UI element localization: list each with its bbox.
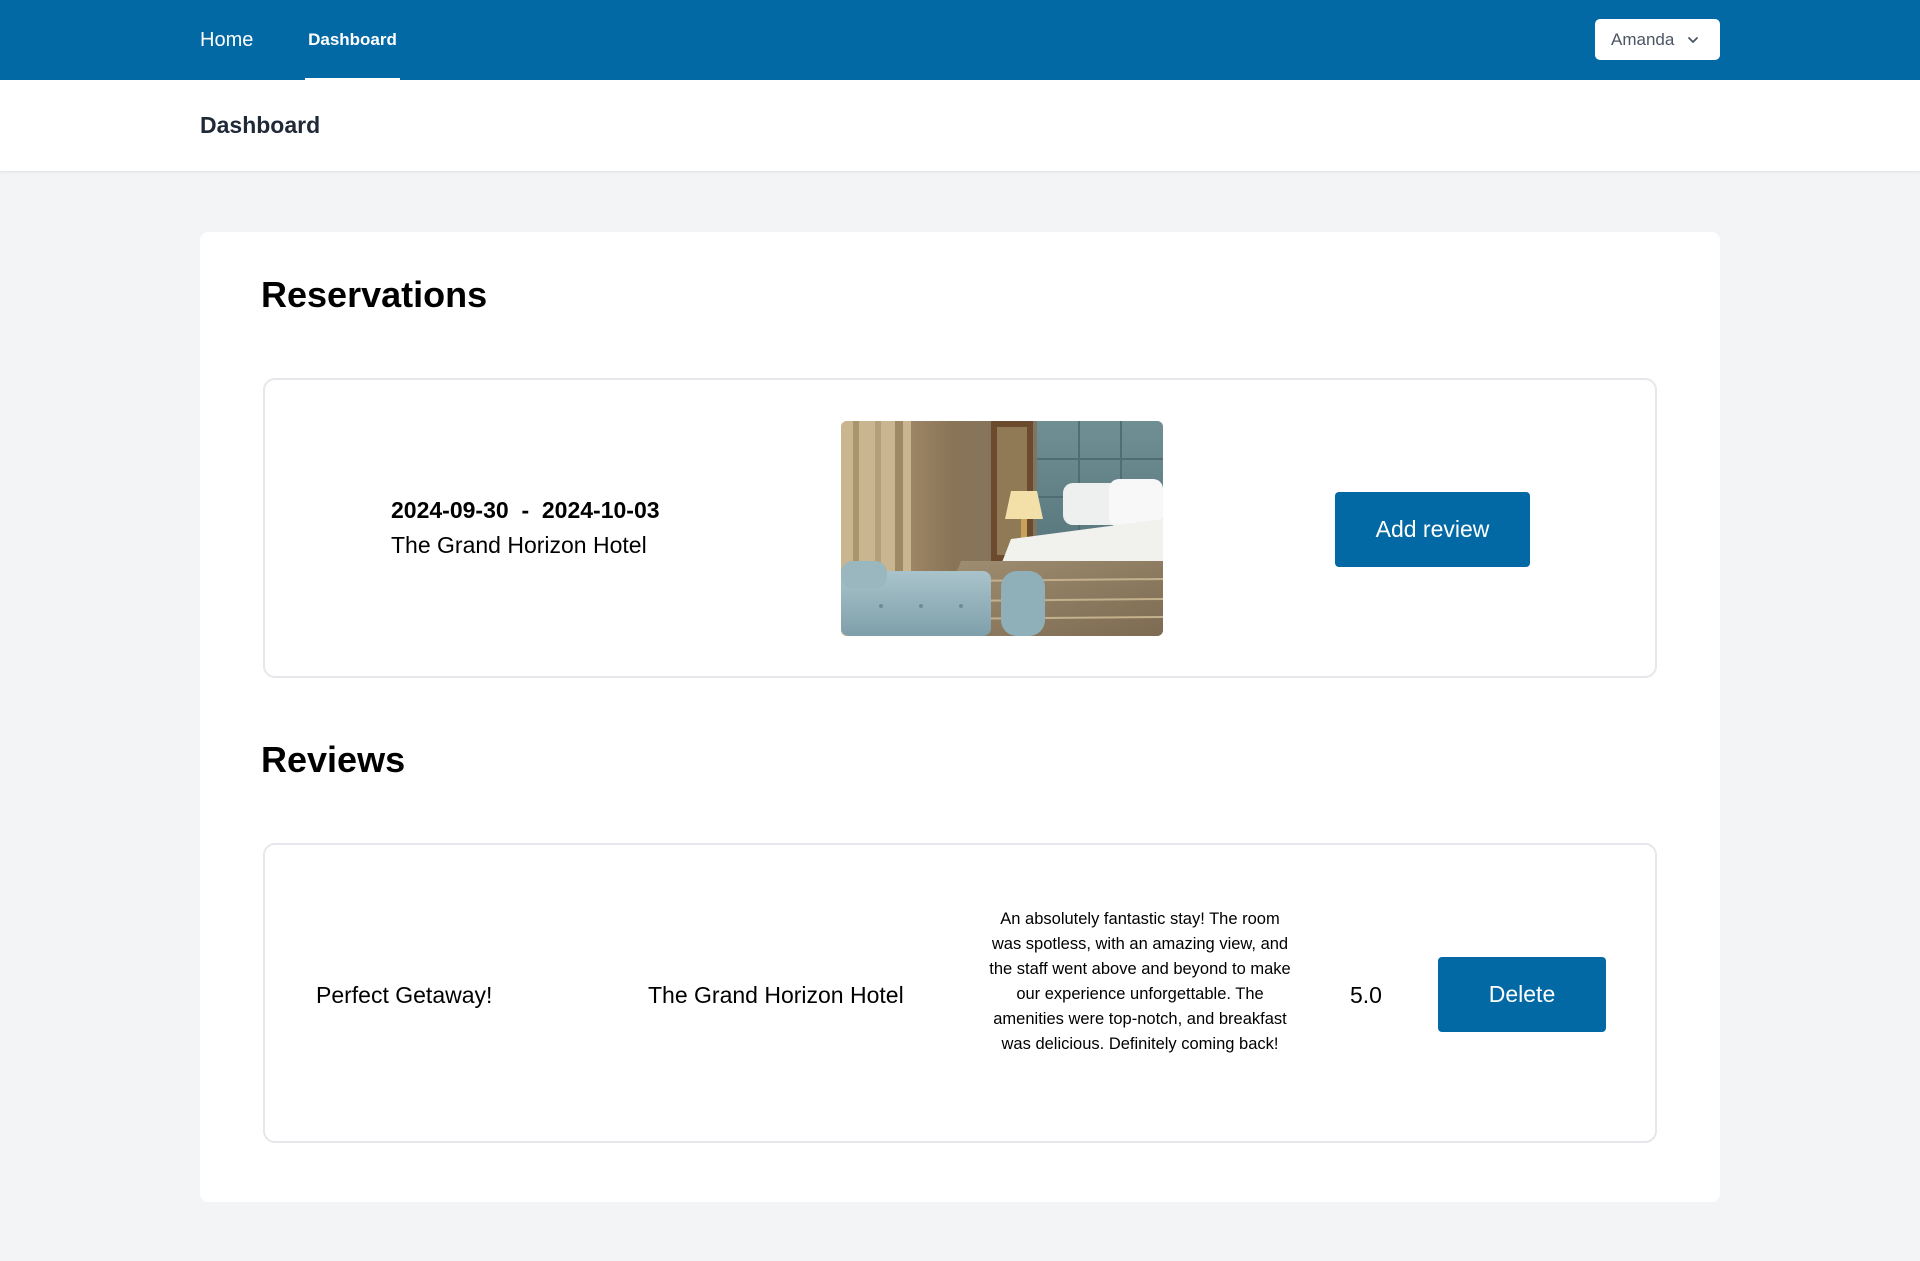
nav-link-home[interactable]: Home bbox=[200, 0, 253, 80]
reviews-heading: Reviews bbox=[261, 739, 406, 780]
chevron-down-icon bbox=[1686, 32, 1700, 52]
reservation-hotel-name: The Grand Horizon Hotel bbox=[391, 532, 647, 558]
reservation-start-date: 2024-09-30 bbox=[391, 497, 509, 523]
reservation-dates: 2024-09-30 - 2024-10-03 bbox=[391, 497, 660, 524]
page-title: Dashboard bbox=[200, 112, 321, 138]
review-rating: 5.0 bbox=[1350, 982, 1382, 1008]
reservation-card: 2024-09-30 - 2024-10-03 The Grand Horizo… bbox=[263, 378, 1657, 678]
date-separator: - bbox=[521, 497, 530, 523]
review-hotel-name: The Grand Horizon Hotel bbox=[648, 982, 904, 1008]
nav-link-dashboard[interactable]: Dashboard bbox=[305, 0, 400, 80]
top-navbar: Home Dashboard Amanda bbox=[0, 0, 1920, 80]
hotel-room-image bbox=[841, 421, 1163, 636]
main-panel: Reservations 2024-09-30 - 2024-10-03 The… bbox=[200, 232, 1720, 1202]
add-review-button[interactable]: Add review bbox=[1335, 492, 1530, 567]
delete-review-button[interactable]: Delete bbox=[1438, 957, 1606, 1032]
review-text: An absolutely fantastic stay! The room w… bbox=[989, 910, 1291, 1053]
user-menu-dropdown[interactable]: Amanda bbox=[1595, 19, 1720, 60]
reservations-heading: Reservations bbox=[261, 274, 488, 315]
page-header: Dashboard bbox=[0, 80, 1920, 172]
review-title: Perfect Getaway! bbox=[316, 982, 493, 1008]
reservation-end-date: 2024-10-03 bbox=[541, 497, 660, 523]
user-name: Amanda bbox=[1611, 29, 1675, 49]
review-card: Perfect Getaway! The Grand Horizon Hotel… bbox=[263, 843, 1657, 1143]
